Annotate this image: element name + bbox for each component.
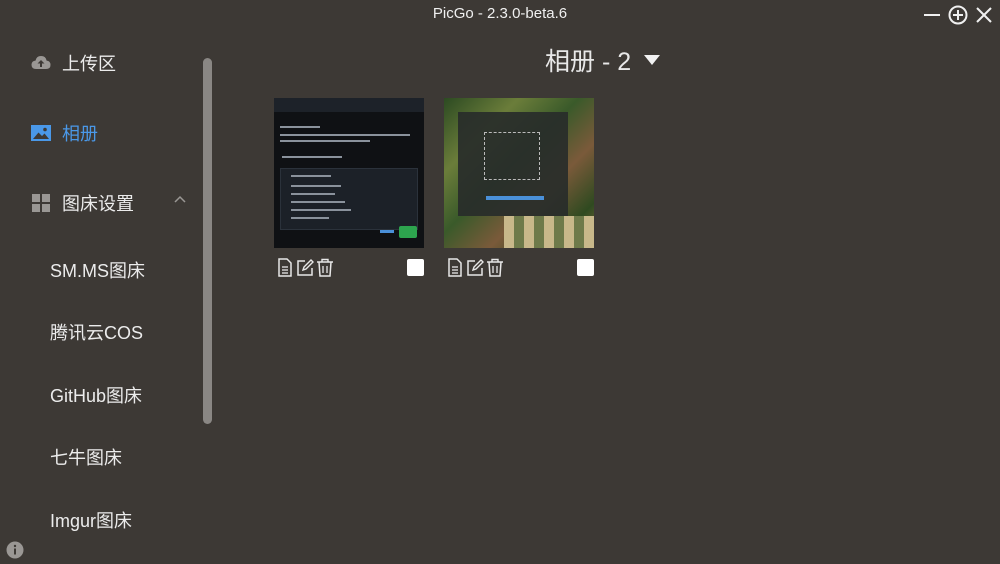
gallery-thumbnail[interactable] [444, 98, 594, 248]
caret-down-icon[interactable] [643, 54, 661, 66]
sidebar-item-label: 上传区 [62, 54, 116, 74]
chevron-up-icon[interactable] [172, 192, 188, 208]
sidebar-subitem-github[interactable]: GitHub图床 [50, 382, 142, 408]
edit-icon[interactable] [296, 258, 314, 277]
trash-icon[interactable] [486, 258, 504, 277]
sidebar-item-upload[interactable]: 上传区 [30, 48, 116, 78]
maximize-icon[interactable] [947, 4, 969, 26]
sidebar-item-label: 相册 [62, 124, 98, 144]
sidebar-item-gallery[interactable]: 相册 [30, 118, 98, 148]
gallery-card [274, 98, 424, 277]
select-checkbox[interactable] [577, 259, 594, 276]
info-icon[interactable] [6, 541, 24, 559]
titlebar: PicGo - 2.3.0-beta.6 [0, 0, 1000, 30]
trash-icon[interactable] [316, 258, 334, 277]
sidebar-subitem-tencent-cos[interactable]: 腾讯云COS [50, 319, 143, 345]
sidebar-subitem-qiniu[interactable]: 七牛图床 [50, 444, 122, 470]
cloud-upload-icon [30, 52, 52, 74]
grid-icon [30, 192, 52, 214]
card-actions [274, 258, 424, 280]
close-icon[interactable] [973, 4, 995, 26]
card-actions [444, 258, 594, 280]
select-checkbox[interactable] [407, 259, 424, 276]
sidebar-subitem-imgur[interactable]: Imgur图床 [50, 507, 132, 533]
sidebar: 上传区 相册 图床设置 SM.MS图床 腾讯云COS GitHub图床 七牛图床… [0, 30, 215, 564]
sidebar-scrollbar[interactable] [203, 58, 212, 424]
window-title: PicGo - 2.3.0-beta.6 [432, 5, 568, 22]
document-icon[interactable] [446, 258, 464, 277]
gallery-card [444, 98, 594, 277]
sidebar-subitem-smms[interactable]: SM.MS图床 [50, 257, 145, 283]
gallery-thumbnail[interactable] [274, 98, 424, 248]
gallery-header[interactable]: 相册 - 2 [545, 42, 661, 78]
document-icon[interactable] [276, 258, 294, 277]
sidebar-item-picbed-settings[interactable]: 图床设置 [30, 188, 134, 218]
edit-icon[interactable] [466, 258, 484, 277]
image-icon [30, 122, 52, 144]
minimize-icon[interactable] [921, 4, 943, 26]
sidebar-item-label: 图床设置 [62, 194, 134, 214]
gallery-title: 相册 - 2 [545, 48, 632, 76]
